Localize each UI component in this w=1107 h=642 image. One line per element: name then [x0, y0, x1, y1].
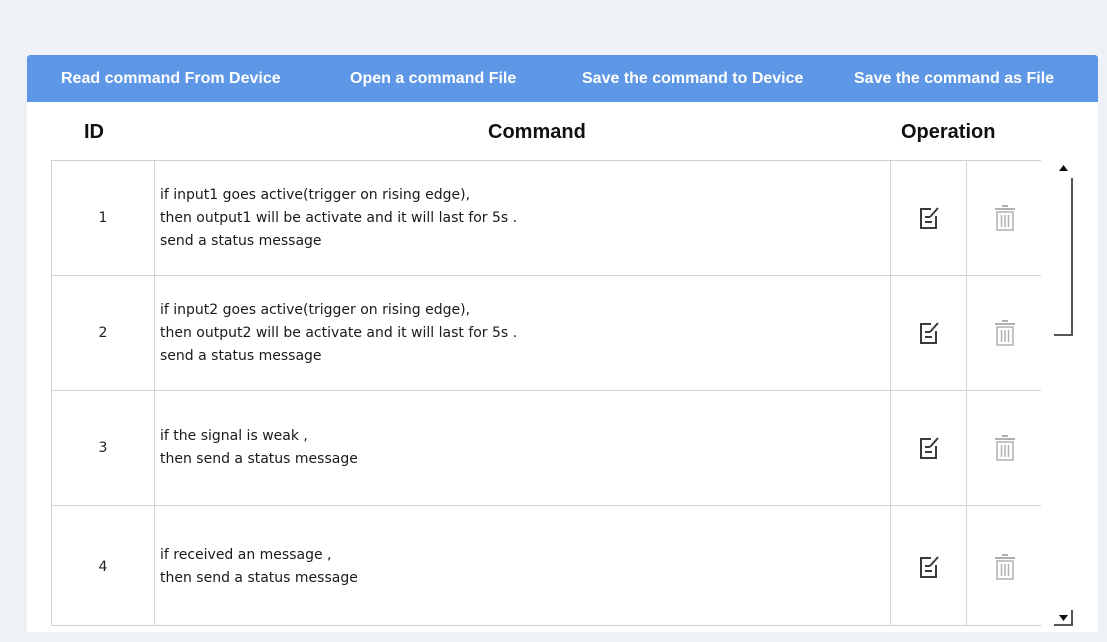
command-line: then send a status message: [160, 569, 358, 586]
command-line: if input1 goes active(trigger on rising …: [160, 186, 471, 203]
scrollbar-thumb[interactable]: [1054, 178, 1073, 336]
trash-icon[interactable]: [994, 435, 1016, 461]
row-id: 2: [52, 276, 155, 390]
operation-column-header: Operation: [901, 121, 996, 143]
command-line: send a status message: [160, 347, 322, 364]
edit-icon[interactable]: [918, 321, 940, 345]
trash-icon[interactable]: [994, 320, 1016, 346]
edit-cell: [891, 161, 967, 275]
command-line: then send a status message: [160, 451, 358, 467]
open-command-file-button[interactable]: Open a command File: [350, 55, 516, 102]
command-panel: Read command From Device Open a command …: [27, 55, 1098, 632]
vertical-scrollbar[interactable]: [1054, 160, 1073, 626]
edit-cell: [891, 391, 967, 505]
command-line: if the signal is weak ,: [160, 428, 308, 444]
row-id: 3: [52, 391, 155, 505]
command-line: if received an message ,: [160, 546, 332, 563]
command-line: if input2 goes active(trigger on rising …: [160, 301, 471, 318]
command-column-header: Command: [488, 121, 586, 143]
scroll-up-arrow-icon[interactable]: [1054, 160, 1073, 176]
row-command: if input2 goes active(trigger on rising …: [155, 276, 891, 390]
trash-icon[interactable]: [994, 553, 1016, 580]
edit-cell: [891, 276, 967, 390]
table-row: 2 if input2 goes active(trigger on risin…: [52, 276, 1041, 391]
delete-cell: [967, 391, 1041, 505]
edit-icon[interactable]: [918, 436, 940, 460]
row-id: 1: [52, 161, 155, 275]
delete-cell: [967, 276, 1041, 390]
table-row: 3 if the signal is weak , then send a st…: [52, 391, 1041, 506]
edit-icon[interactable]: [918, 206, 940, 230]
toolbar: Read command From Device Open a command …: [27, 55, 1098, 102]
save-command-to-device-button[interactable]: Save the command to Device: [582, 55, 803, 102]
id-column-header: ID: [84, 121, 104, 143]
row-id: 4: [52, 506, 155, 625]
table-row: 4 if received an message , then send a s…: [52, 506, 1041, 625]
command-line: then output2 will be activate and it wil…: [160, 324, 518, 341]
table-row: 1 if input1 goes active(trigger on risin…: [52, 161, 1041, 276]
row-command: if input1 goes active(trigger on rising …: [155, 161, 891, 275]
save-command-as-file-button[interactable]: Save the command as File: [854, 55, 1054, 102]
delete-cell: [967, 161, 1041, 275]
delete-cell: [967, 506, 1041, 625]
command-table: 1 if input1 goes active(trigger on risin…: [51, 160, 1041, 626]
command-line: then output1 will be activate and it wil…: [160, 209, 518, 226]
edit-icon[interactable]: [918, 555, 940, 579]
trash-icon[interactable]: [994, 205, 1016, 231]
row-command: if received an message , then send a sta…: [155, 506, 891, 625]
row-command: if the signal is weak , then send a stat…: [155, 391, 891, 505]
edit-cell: [891, 506, 967, 625]
scroll-down-arrow-icon[interactable]: [1054, 610, 1073, 626]
read-command-from-device-button[interactable]: Read command From Device: [61, 55, 281, 102]
command-line: send a status message: [160, 232, 322, 249]
